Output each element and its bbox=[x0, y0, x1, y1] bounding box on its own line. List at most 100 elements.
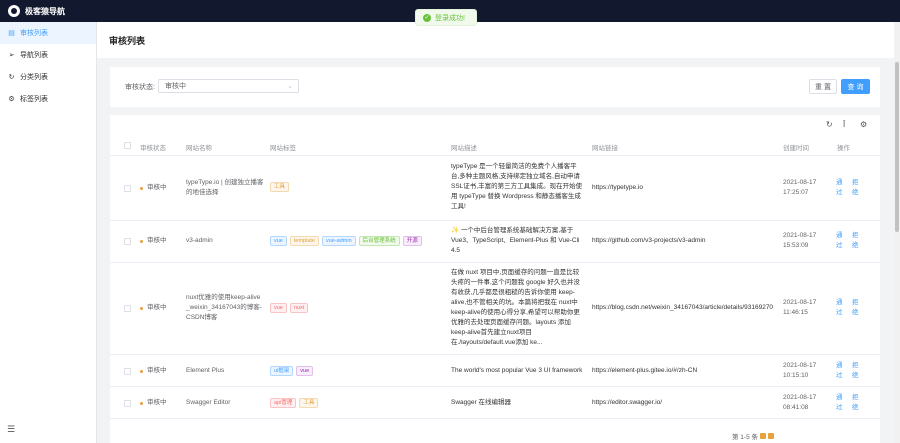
status-select-value: 审核中 bbox=[165, 83, 186, 90]
created-time: 2021-08-17 08:41:08 bbox=[783, 393, 817, 413]
status-text: 审核中 bbox=[147, 399, 167, 406]
row-checkbox[interactable] bbox=[124, 368, 131, 375]
row-checkbox[interactable] bbox=[124, 238, 131, 245]
row-actions: 通过 拒绝 bbox=[836, 231, 862, 251]
sidebar-item-tag-list[interactable]: ⚙ 标签列表 bbox=[0, 88, 96, 110]
site-name: typeType.io | 创建独立播客的地佳选择 bbox=[186, 179, 264, 196]
row-actions: 通过 拒绝 bbox=[836, 393, 862, 413]
settings-icon[interactable]: ⚙ bbox=[860, 120, 867, 129]
page-next-icon[interactable] bbox=[768, 433, 775, 439]
sidebar-item-label: 分类列表 bbox=[20, 74, 48, 81]
refresh-icon[interactable]: ↻ bbox=[826, 120, 833, 129]
toast-message: 登录成功! bbox=[435, 14, 465, 22]
status-text: 审核中 bbox=[147, 304, 167, 311]
tag: 工具 bbox=[299, 398, 319, 408]
row-checkbox[interactable] bbox=[124, 185, 131, 192]
site-url[interactable]: https://github.com/v3-projects/v3-admin bbox=[592, 236, 780, 246]
approve-button[interactable]: 通过 bbox=[836, 361, 844, 381]
created-date: 2021-08-17 bbox=[783, 362, 817, 369]
document-icon: ▤ bbox=[8, 30, 15, 37]
site-name: Element Plus bbox=[186, 367, 225, 374]
tag: ui框架 bbox=[270, 366, 294, 376]
tag: 工具 bbox=[270, 182, 290, 192]
sidebar: ▤ 审核列表 ➢ 导航列表 ↻ 分类列表 ⚙ 标签列表 ☰ bbox=[0, 22, 97, 443]
scrollbar-thumb[interactable] bbox=[895, 62, 899, 232]
site-tags: 工具 bbox=[270, 182, 445, 192]
status-dot bbox=[140, 401, 143, 405]
reject-button[interactable]: 拒绝 bbox=[852, 393, 860, 413]
created-clock: 15:53:09 bbox=[783, 242, 809, 249]
gear-icon: ⚙ bbox=[8, 96, 15, 103]
tag: vue bbox=[270, 303, 287, 313]
tag: template bbox=[289, 236, 319, 246]
site-desc: typeType 是一个轻量简洁的免费个人播客平台,多种主题风格,支持绑定独立域… bbox=[451, 163, 583, 210]
column-header-status: 审核状态 bbox=[140, 145, 166, 152]
menu-collapse-icon[interactable]: ☰ bbox=[7, 424, 15, 435]
site-desc: ✨ 一个中后台管理系统基础解决方案,基于 Vue3、TypeScript、Ele… bbox=[451, 227, 580, 254]
status-cell: 审核中 bbox=[140, 236, 167, 246]
row-checkbox[interactable] bbox=[124, 305, 131, 312]
reject-button[interactable]: 拒绝 bbox=[852, 298, 860, 318]
success-toast: ✓ 登录成功! bbox=[415, 9, 477, 26]
table-row: 审核中 typeType.io | 创建独立播客的地佳选择 工具 typeTyp… bbox=[110, 156, 880, 221]
column-header-desc: 网站描述 bbox=[451, 145, 477, 152]
reject-button[interactable]: 拒绝 bbox=[852, 178, 860, 198]
status-dot bbox=[140, 306, 143, 310]
tag: vue bbox=[296, 366, 314, 376]
approve-button[interactable]: 通过 bbox=[836, 298, 844, 318]
reject-button[interactable]: 拒绝 bbox=[852, 231, 860, 251]
site-tags: vue template vue-admin 后台管理系统 开源 bbox=[270, 236, 445, 246]
column-header-tags: 网站标签 bbox=[270, 145, 296, 152]
status-text: 审核中 bbox=[147, 367, 167, 374]
approve-button[interactable]: 通过 bbox=[836, 178, 844, 198]
table-card: ↻ Ī ⚙ 审核状态 网站名称 网站标签 网站描述 网站链接 创建时间 操作 审… bbox=[110, 115, 880, 443]
created-time: 2021-08-17 11:46:15 bbox=[783, 298, 817, 318]
tag: vue bbox=[270, 236, 287, 246]
sidebar-item-nav-list[interactable]: ➢ 导航列表 bbox=[0, 44, 96, 66]
status-dot bbox=[140, 239, 143, 243]
search-button[interactable]: 查 询 bbox=[841, 79, 870, 94]
status-cell: 审核中 bbox=[140, 398, 167, 408]
site-url[interactable]: https://typetype.io bbox=[592, 183, 780, 193]
reject-button[interactable]: 拒绝 bbox=[852, 361, 860, 381]
chevron-down-icon: ⌄ bbox=[287, 83, 293, 90]
reset-button[interactable]: 重 置 bbox=[809, 79, 837, 94]
site-url[interactable]: https://element-plus.gitee.io/#/zh-CN bbox=[592, 366, 780, 376]
site-url[interactable]: https://blog.csdn.net/weixin_34167043/ar… bbox=[592, 303, 780, 313]
site-url[interactable]: https://editor.swagger.io/ bbox=[592, 398, 780, 408]
column-height-icon[interactable]: Ī bbox=[843, 120, 845, 129]
status-cell: 审核中 bbox=[140, 183, 167, 193]
site-desc: Swagger 在线编辑器 bbox=[451, 399, 511, 406]
status-select[interactable]: 审核中 ⌄ bbox=[158, 79, 299, 93]
created-date: 2021-08-17 bbox=[783, 299, 817, 306]
table-row: 审核中 nuxt优雅的使用keep-alive_weixin_34167043的… bbox=[110, 263, 880, 355]
tag: 后台管理系统 bbox=[358, 236, 400, 246]
tag: api管理 bbox=[270, 398, 297, 408]
created-date: 2021-08-17 bbox=[783, 232, 817, 239]
site-desc: 在做 nuxt 项目中,页面缓存的问题一直是比较头疼的一件事,这个问题我 goo… bbox=[451, 269, 580, 346]
sidebar-item-label: 导航列表 bbox=[20, 52, 48, 59]
page-prev-icon[interactable] bbox=[760, 433, 767, 439]
sidebar-item-review-list[interactable]: ▤ 审核列表 bbox=[0, 22, 96, 44]
row-checkbox[interactable] bbox=[124, 400, 131, 407]
pagination: 第 1-5 条 bbox=[732, 431, 775, 441]
table-row: 审核中 Element Plus ui框架 vue The world's mo… bbox=[110, 355, 880, 387]
table-row: 审核中 v3-admin vue template vue-admin 后台管理… bbox=[110, 221, 880, 263]
status-dot bbox=[140, 186, 143, 190]
select-all-checkbox[interactable] bbox=[124, 142, 131, 149]
created-time: 2021-08-17 10:15:10 bbox=[783, 361, 817, 381]
approve-button[interactable]: 通过 bbox=[836, 231, 844, 251]
approve-button[interactable]: 通过 bbox=[836, 393, 844, 413]
sidebar-item-category-list[interactable]: ↻ 分类列表 bbox=[0, 66, 96, 88]
created-clock: 17:25:07 bbox=[783, 189, 809, 196]
status-cell: 审核中 bbox=[140, 303, 167, 313]
page-title: 审核列表 bbox=[109, 35, 146, 46]
table-row: 审核中 Swagger Editor api管理 工具 Swagger 在线编辑… bbox=[110, 387, 880, 419]
created-clock: 11:46:15 bbox=[783, 309, 808, 316]
page-scrollbar[interactable] bbox=[894, 22, 900, 443]
table-header: 审核状态 网站名称 网站标签 网站描述 网站链接 创建时间 操作 bbox=[110, 136, 880, 156]
created-date: 2021-08-17 bbox=[783, 394, 817, 401]
site-tags: api管理 工具 bbox=[270, 398, 445, 408]
tag: nuxt bbox=[289, 303, 309, 313]
pagination-summary: 第 1-5 条 bbox=[732, 434, 759, 441]
